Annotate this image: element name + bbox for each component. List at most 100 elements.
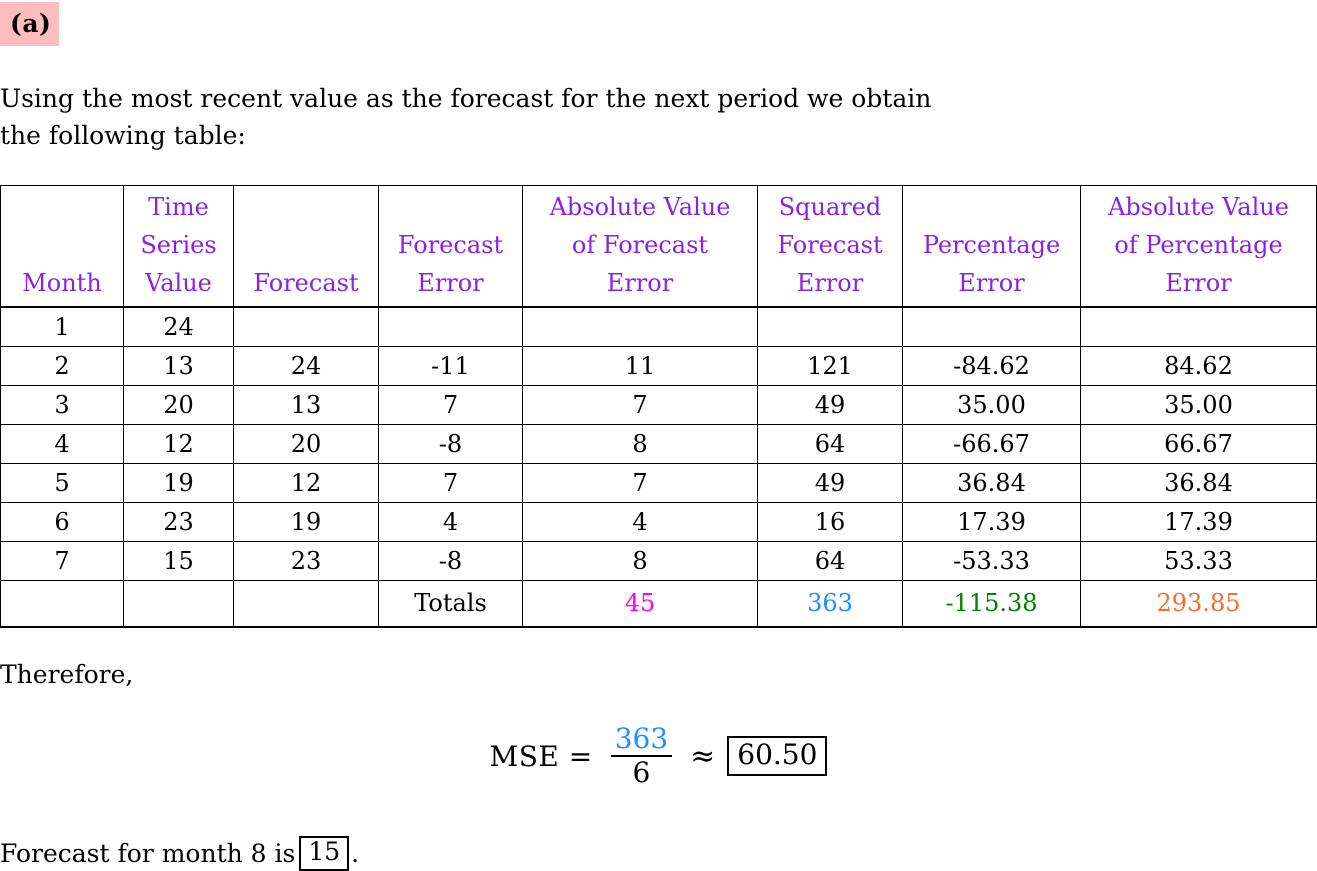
therefore-text: Therefore, (0, 660, 134, 689)
col-header-month-line-1: Month (22, 269, 102, 297)
cell-abs-pct-error: 36.84 (1080, 463, 1317, 503)
table-row: 3 20 13 7 7 49 35.00 35.00 (0, 385, 1317, 425)
mse-numerator: 363 (614, 722, 669, 755)
cell-totals-abs-error: 45 (522, 580, 758, 628)
col-header-afe-line-3: Error (606, 269, 674, 297)
cell-abs-error (522, 306, 758, 347)
col-header-pe-line-1: Percentage (922, 231, 1061, 259)
col-header-sfe-line-1: Squared (778, 193, 882, 221)
cell-forecast: 19 (233, 502, 379, 542)
col-header-sfe-line-2: Forecast (777, 231, 883, 259)
cell-forecast: 12 (233, 463, 379, 503)
col-header-pe-line-2: Error (958, 269, 1025, 297)
cell-sq-error: 49 (757, 463, 903, 503)
cell-abs-pct-error: 17.39 (1080, 502, 1317, 542)
col-header-forecast: Forecast (233, 185, 379, 308)
cell-value: 13 (123, 346, 234, 386)
col-header-sfe-line-3: Error (796, 269, 864, 297)
final-answer-box: 15 (299, 836, 350, 871)
cell-totals-abs-pct-error: 293.85 (1080, 580, 1317, 628)
intro-line-1: Using the most recent value as the forec… (0, 80, 995, 117)
cell-error: 4 (378, 502, 523, 542)
cell-value: 19 (123, 463, 234, 503)
col-header-forecast-line-1: Forecast (253, 269, 359, 297)
cell-abs-error: 7 (522, 463, 758, 503)
cell-pct-error: 35.00 (902, 385, 1081, 425)
cell-abs-error: 8 (522, 424, 758, 464)
cell-forecast (233, 306, 379, 347)
col-header-abs-forecast-error: Absolute Value of Forecast Error (522, 185, 758, 308)
cell-totals-pct-error: -115.38 (902, 580, 1081, 628)
cell-sq-error: 49 (757, 385, 903, 425)
cell-value: 23 (123, 502, 234, 542)
cell-sq-error: 16 (757, 502, 903, 542)
cell-value: 15 (123, 541, 234, 581)
cell-totals-label: Totals (378, 580, 523, 628)
cell-pct-error: 17.39 (902, 502, 1081, 542)
col-header-afe-line-1: Absolute Value (549, 193, 731, 221)
col-header-ape-line-2: of Percentage (1114, 231, 1283, 259)
cell-abs-pct-error: 84.62 (1080, 346, 1317, 386)
cell-pct-error: -84.62 (902, 346, 1081, 386)
cell-totals-sq-error: 363 (757, 580, 903, 628)
cell-abs-error: 8 (522, 541, 758, 581)
table-row: 6 23 19 4 4 16 17.39 17.39 (0, 502, 1317, 542)
col-header-ape-line-1: Absolute Value (1108, 193, 1289, 221)
cell-month: 4 (0, 424, 124, 464)
mse-formula-lhs: MSE = (489, 739, 593, 773)
intro-paragraph: Using the most recent value as the forec… (0, 80, 1000, 154)
table-totals-row: Totals 45 363 -115.38 293.85 (0, 580, 1317, 628)
cell-pct-error: -66.67 (902, 424, 1081, 464)
table-row: 5 19 12 7 7 49 36.84 36.84 (0, 463, 1317, 503)
col-header-month: Month (0, 185, 124, 308)
table-header-row: Month Time Series Value Forecast Forecas… (0, 185, 1317, 308)
table-row: 2 13 24 -11 11 121 -84.62 84.62 (0, 346, 1317, 386)
cell-error (378, 306, 523, 347)
col-header-percentage-error: Percentage Error (902, 185, 1081, 308)
cell-forecast: 20 (233, 424, 379, 464)
approx-equals-icon: ≈ (690, 738, 716, 774)
cell-month: 2 (0, 346, 124, 386)
col-header-squared-forecast-error: Squared Forecast Error (757, 185, 903, 308)
table-row: 4 12 20 -8 8 64 -66.67 66.67 (0, 424, 1317, 464)
cell-forecast: 13 (233, 385, 379, 425)
cell-abs-error: 4 (522, 502, 758, 542)
col-header-tsv-line-1: Time (148, 193, 209, 221)
part-label: (a) (0, 2, 60, 46)
col-header-forecast-error: Forecast Error (378, 185, 523, 308)
col-header-tsv-line-2: Series (140, 231, 217, 259)
table-body: 1 24 2 13 24 -11 11 121 -84.62 84.62 3 2… (0, 306, 1317, 628)
final-answer-prefix: Forecast for month 8 is (0, 838, 296, 868)
cell-month: 1 (0, 306, 124, 347)
cell-sq-error: 64 (757, 541, 903, 581)
table-header: Month Time Series Value Forecast Forecas… (0, 185, 1317, 308)
cell-sq-error: 121 (757, 346, 903, 386)
cell-month: 6 (0, 502, 124, 542)
col-header-afe-line-2: of Forecast (571, 231, 709, 259)
forecast-accuracy-table: Month Time Series Value Forecast Forecas… (0, 185, 1317, 628)
cell-totals-blank-1 (0, 580, 124, 628)
cell-error: -8 (378, 424, 523, 464)
mse-formula: MSE = 363 6 ≈ 60.50 (0, 722, 1317, 790)
cell-error: 7 (378, 385, 523, 425)
cell-forecast: 23 (233, 541, 379, 581)
table-row: 1 24 (0, 306, 1317, 347)
cell-month: 7 (0, 541, 124, 581)
mse-result-box: 60.50 (727, 736, 828, 777)
cell-month: 5 (0, 463, 124, 503)
table-row: 7 15 23 -8 8 64 -53.33 53.33 (0, 541, 1317, 581)
col-header-fe-line-2: Error (417, 269, 484, 297)
cell-abs-error: 7 (522, 385, 758, 425)
cell-pct-error: 36.84 (902, 463, 1081, 503)
mse-denominator: 6 (632, 756, 651, 790)
cell-totals-blank-2 (123, 580, 234, 628)
cell-abs-pct-error: 35.00 (1080, 385, 1317, 425)
cell-value: 24 (123, 306, 234, 347)
final-answer-line: Forecast for month 8 is 15 . (0, 836, 359, 871)
cell-error: -8 (378, 541, 523, 581)
cell-error: 7 (378, 463, 523, 503)
col-header-ape-line-3: Error (1165, 269, 1232, 297)
intro-line-1-text: Using the most recent value as the forec… (0, 84, 932, 113)
cell-sq-error (757, 306, 903, 347)
cell-error: -11 (378, 346, 523, 386)
